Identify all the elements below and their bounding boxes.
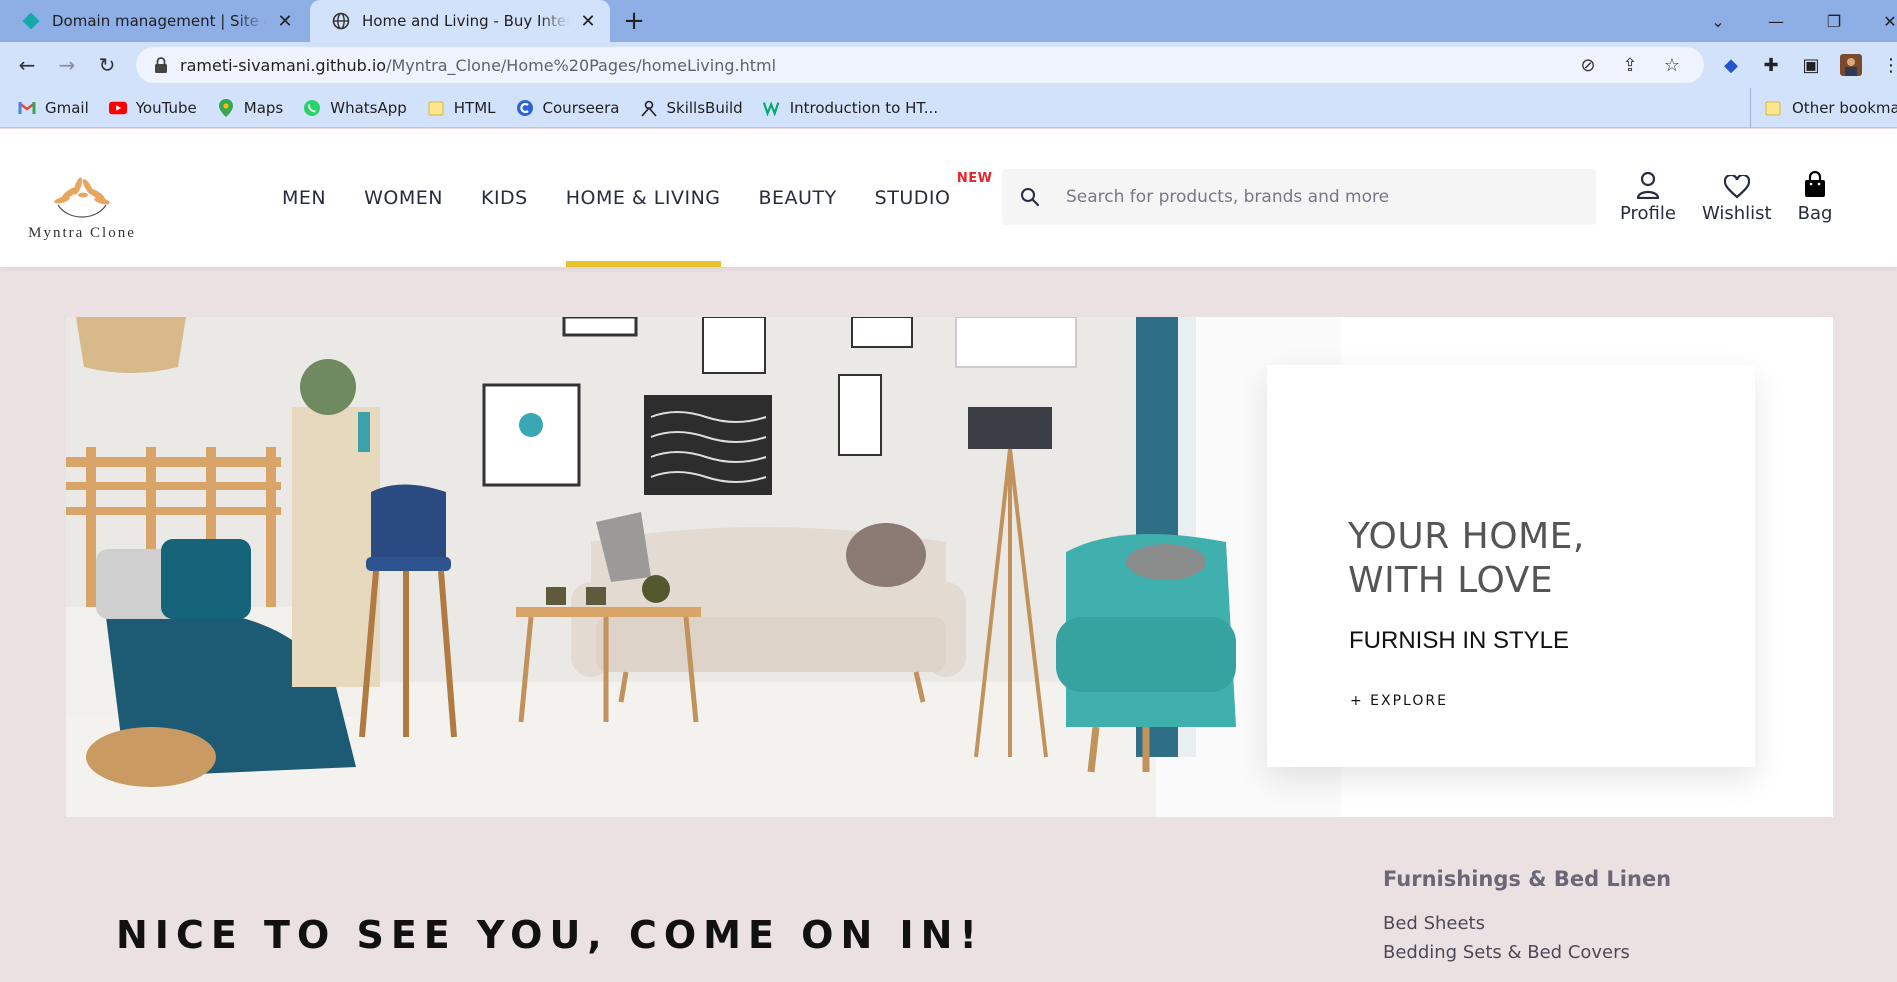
bookmarks-bar: Gmail YouTube Maps WhatsApp HTML Coursee… (0, 88, 1897, 128)
logo-text: Myntra Clone (28, 225, 136, 241)
menu-kebab-icon[interactable]: ⋮ (1880, 54, 1897, 76)
hero-banner: YOUR HOME, WITH LOVE FURNISH IN STYLE + … (66, 317, 1833, 817)
header-actions: Profile Wishlist Bag (1620, 167, 1858, 224)
bag-icon (1803, 167, 1827, 199)
site-favicon-icon (22, 12, 40, 30)
gmail-icon (18, 99, 36, 117)
bookmark-maps[interactable]: Maps (217, 98, 283, 117)
close-tab-icon[interactable]: ✕ (275, 11, 295, 32)
restore-button[interactable]: ❐ (1806, 0, 1862, 42)
profile-icon (1636, 167, 1660, 199)
bag-label: Bag (1797, 203, 1833, 224)
heart-icon (1723, 167, 1750, 199)
hero-heading: YOUR HOME, WITH LOVE (1348, 516, 1585, 601)
tab-title: Domain management | Site confi (52, 12, 267, 30)
nav-men[interactable]: MEN (282, 129, 326, 267)
hero-subheading: FURNISH IN STYLE (1349, 627, 1570, 654)
eye-off-icon[interactable]: ⊘ (1578, 55, 1598, 76)
other-bookmarks-folder[interactable]: Other bookmarks (1750, 88, 1897, 128)
bookmark-html-folder[interactable]: HTML (427, 99, 496, 117)
lock-icon (155, 57, 167, 73)
main-navigation: MEN WOMEN KIDS HOME & LIVING BEAUTY STUD… (282, 129, 992, 267)
minimize-button[interactable]: — (1748, 0, 1804, 42)
forward-button[interactable]: → (52, 50, 82, 80)
close-tab-icon[interactable]: ✕ (578, 11, 598, 32)
address-bar-row: ← → ↻ rameti-sivamani.github.io/Myntra_C… (0, 42, 1897, 88)
hero-card: YOUR HOME, WITH LOVE FURNISH IN STYLE + … (1267, 365, 1755, 767)
skillsbuild-icon (640, 99, 658, 117)
extensions-puzzle-icon[interactable]: ✚ (1760, 54, 1782, 76)
bookmark-skillsbuild[interactable]: SkillsBuild (640, 99, 743, 117)
bookmark-star-icon[interactable]: ☆ (1662, 55, 1682, 76)
close-window-button[interactable]: ✕ (1862, 0, 1897, 42)
url-bar[interactable]: rameti-sivamani.github.io/Myntra_Clone/H… (136, 47, 1704, 83)
site-logo[interactable]: Myntra Clone (20, 173, 144, 243)
hero-living-room-image (66, 317, 1341, 817)
profile-label: Profile (1620, 203, 1676, 224)
site-header: Myntra Clone MEN WOMEN KIDS HOME & LIVIN… (0, 129, 1897, 267)
category-link-bed-sheets[interactable]: Bed Sheets (1383, 913, 1671, 934)
browser-tab-home-living[interactable]: Home and Living - Buy Interior De ✕ (310, 0, 610, 42)
folder-icon (427, 99, 445, 117)
maps-pin-icon (217, 98, 235, 117)
youtube-icon (108, 99, 127, 117)
new-badge: NEW (956, 171, 993, 186)
category-title[interactable]: Furnishings & Bed Linen (1383, 867, 1671, 891)
whatsapp-icon (303, 99, 321, 117)
reload-button[interactable]: ↻ (92, 50, 122, 80)
bookmark-introduction-to-html[interactable]: Introduction to HT... (762, 99, 938, 117)
back-button[interactable]: ← (12, 50, 42, 80)
nav-kids[interactable]: KIDS (481, 129, 528, 267)
nav-studio-label: STUDIO (874, 187, 951, 209)
bookmark-courseera[interactable]: Courseera (516, 99, 620, 117)
extension-logo-icon[interactable]: ◆ (1720, 54, 1742, 76)
nav-home-living[interactable]: HOME & LIVING (565, 129, 721, 267)
browser-tab-domain-management[interactable]: Domain management | Site confi ✕ (0, 0, 307, 42)
bag-button[interactable]: Bag (1797, 167, 1833, 224)
share-icon[interactable]: ⇪ (1620, 55, 1640, 76)
bookmark-gmail[interactable]: Gmail (18, 99, 89, 117)
coursera-icon (516, 99, 534, 117)
tab-search-chevron-icon[interactable]: ⌄ (1690, 0, 1746, 42)
search-bar (1002, 169, 1596, 225)
wishlist-button[interactable]: Wishlist (1702, 167, 1772, 224)
bookmark-youtube[interactable]: YouTube (108, 99, 197, 117)
explore-link[interactable]: + EXPLORE (1350, 693, 1448, 709)
logo-emblem-icon (54, 177, 110, 218)
nav-beauty[interactable]: BEAUTY (759, 129, 837, 267)
welcome-heading: NICE TO SEE YOU, COME ON IN! (116, 913, 984, 957)
bookmark-whatsapp[interactable]: WhatsApp (303, 99, 407, 117)
w3-icon (762, 99, 781, 117)
nav-studio[interactable]: STUDIO NEW (874, 129, 992, 267)
category-list: Furnishings & Bed Linen Bed Sheets Beddi… (1383, 867, 1671, 971)
search-icon[interactable] (1002, 169, 1058, 225)
category-link-bedding-sets[interactable]: Bedding Sets & Bed Covers (1383, 942, 1671, 963)
tab-title: Home and Living - Buy Interior De (362, 12, 570, 30)
folder-icon (1765, 99, 1783, 117)
nav-women[interactable]: WOMEN (364, 129, 443, 267)
globe-icon (332, 12, 350, 30)
profile-button[interactable]: Profile (1620, 167, 1676, 224)
avatar[interactable] (1840, 54, 1862, 76)
wishlist-label: Wishlist (1701, 203, 1772, 224)
browser-tab-bar: Domain management | Site confi ✕ Home an… (0, 0, 1897, 42)
url-text: rameti-sivamani.github.io/Myntra_Clone/H… (180, 55, 777, 75)
side-panel-icon[interactable]: ▣ (1800, 54, 1822, 76)
new-tab-button[interactable]: + (620, 8, 648, 36)
search-input[interactable] (1066, 187, 1596, 207)
